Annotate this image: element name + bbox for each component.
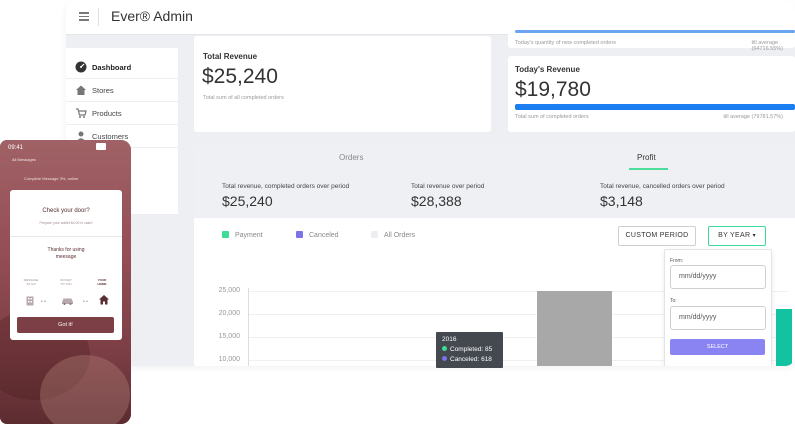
caret-down-icon: ▾ (752, 233, 756, 239)
stat-completed-value: $25,240 (222, 193, 273, 209)
store-icon (75, 84, 87, 96)
tooltip-canceled: Canceled: 618 (442, 356, 492, 363)
tab-orders[interactable]: Orders (339, 153, 363, 162)
total-revenue-value: $25,240 (202, 65, 278, 88)
step-message: MESSAGE TO GO (23, 278, 39, 286)
total-revenue-sub: Total sum of all completed orders (203, 95, 284, 101)
stat-cancelled-label: Total revenue, cancelled orders over per… (600, 183, 725, 190)
car-icon (61, 297, 74, 308)
sidebar-item-label: Stores (92, 86, 114, 95)
legend-swatch (296, 231, 303, 238)
y-tick-label: 15,000 (218, 333, 240, 340)
home-icon (98, 294, 110, 308)
todays-revenue-progress-fill (515, 104, 795, 110)
divider (98, 8, 99, 26)
sidebar-item-products[interactable]: Products (66, 102, 178, 125)
sidebar-item-label: Products (92, 109, 122, 118)
legend-canceled[interactable]: Canceled (296, 231, 339, 239)
building-icon (26, 296, 34, 309)
dots-icon: • • (41, 299, 46, 305)
modal-divider (10, 236, 122, 237)
todays-revenue-note: till average (79781.57%) (723, 114, 783, 120)
y-tick-label: 20,000 (218, 310, 240, 317)
y-tick-label: 25,000 (218, 287, 240, 294)
modal-title: Check your door? (42, 208, 90, 214)
todays-revenue-value: $19,780 (515, 78, 591, 101)
dots-icon: • • (83, 299, 88, 305)
new-orders-note: till average (64716.55%) (751, 40, 784, 52)
legend-swatch (222, 231, 229, 238)
legend-label: Canceled (309, 232, 339, 239)
by-year-dropdown[interactable]: BY YEAR ▾ (708, 226, 766, 246)
got-it-button[interactable]: Got it! (17, 317, 114, 333)
sidebar-item-label: Dashboard (92, 63, 132, 72)
phone-mockup: 09:41 All Messages Complete Message 3%, … (0, 140, 131, 424)
sidebar-item-dashboard[interactable]: Dashboard (66, 56, 178, 79)
to-date-input[interactable]: mm/dd/yyyy (670, 306, 766, 330)
admin-window: Ever® Admin Dashboard Stores Products Cu… (66, 0, 795, 366)
todays-revenue-progress (515, 104, 795, 110)
modal-thanks: Thanks for using meesage (47, 247, 85, 260)
orders-progress-fill (515, 30, 795, 33)
stat-total-value: $28,388 (411, 193, 462, 209)
legend-swatch (371, 231, 378, 238)
todays-revenue-card: Today's Revenue $19,780 Total sum of com… (508, 56, 795, 132)
new-orders-sub: Today's quantity of new completed orders (515, 40, 617, 46)
menu-icon[interactable] (79, 12, 89, 21)
tab-profit[interactable]: Profit (637, 153, 656, 162)
modal-subtitle: Prepare your wallet $4.00 in cash! (39, 221, 93, 225)
to-label: To: (670, 298, 677, 304)
products-icon (75, 107, 87, 119)
custom-period-button[interactable]: CUSTOM PERIOD (618, 226, 696, 246)
y-tick-label: 10,000 (218, 356, 240, 363)
new-orders-card: Today's quantity of new completed orders… (508, 14, 795, 52)
chart-tooltip: 2016 Completed: 85 Canceled: 618 (436, 332, 503, 368)
dashboard-icon (75, 61, 87, 73)
stat-completed-label: Total revenue, completed orders over per… (222, 183, 350, 190)
delivery-modal: Check your door? Prepare your wallet $4.… (10, 190, 122, 340)
legend-all-orders[interactable]: All Orders (371, 231, 415, 239)
todays-revenue-sub: Total sum of completed orders (515, 114, 589, 120)
legend-label: Payment (235, 232, 263, 239)
tooltip-year: 2016 (442, 336, 457, 343)
todays-revenue-label: Today's Revenue (515, 65, 580, 74)
phone-header-text: Complete Message 3%, online (24, 176, 79, 181)
sidebar-item-stores[interactable]: Stores (66, 79, 178, 102)
phone-notch-icon (96, 143, 106, 150)
tab-bar: Orders Profit (194, 145, 795, 170)
legend-label: All Orders (384, 232, 416, 239)
app-title: Ever® Admin (111, 8, 193, 24)
stats-row: Total revenue, completed orders over per… (194, 170, 795, 218)
bar-0[interactable] (537, 291, 612, 366)
stat-total-label: Total revenue over period (411, 183, 485, 190)
select-button[interactable]: SELECT (670, 339, 765, 355)
from-label: From: (670, 258, 684, 264)
phone-back-label[interactable]: All Messages (12, 157, 36, 162)
step-on-way: ON WAY TO YOU (60, 278, 72, 286)
from-date-input[interactable]: mm/dd/yyyy (670, 265, 766, 289)
legend-payment[interactable]: Payment (222, 231, 263, 239)
tooltip-completed: Completed: 85 (442, 346, 492, 353)
step-home: YOUR HOME (97, 278, 107, 286)
stat-cancelled-value: $3,148 (600, 193, 643, 209)
bar-1[interactable] (776, 309, 792, 366)
total-revenue-label: Total Revenue (203, 52, 258, 61)
by-year-label: BY YEAR (718, 232, 751, 239)
total-revenue-card: Total Revenue $25,240 Total sum of all c… (194, 36, 491, 132)
y-axis-line (248, 288, 249, 366)
phone-time: 09:41 (8, 145, 24, 151)
custom-period-popover: From: mm/dd/yyyy To: mm/dd/yyyy SELECT (664, 249, 772, 366)
orders-progress (515, 30, 795, 33)
